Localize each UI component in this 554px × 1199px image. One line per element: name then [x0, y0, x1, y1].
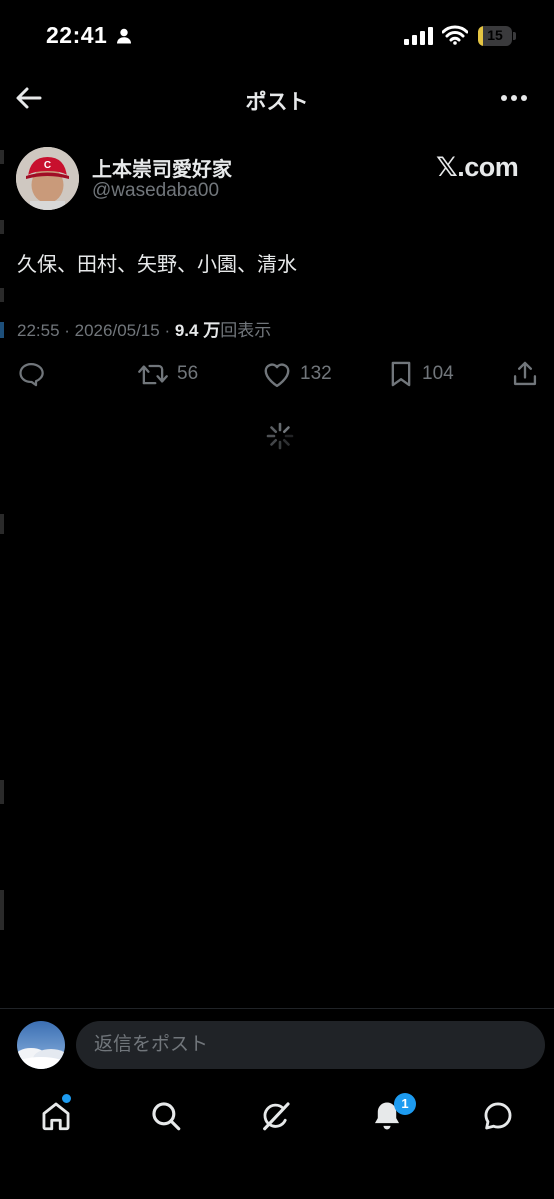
battery-cap	[513, 32, 516, 40]
bookmark-button[interactable]: 104	[388, 360, 454, 388]
more-dots-icon	[501, 95, 527, 101]
retweet-icon	[138, 364, 168, 385]
reply-input[interactable]	[76, 1021, 545, 1069]
edge-artefact	[0, 890, 4, 930]
like-button[interactable]: 132	[262, 360, 332, 388]
retweet-button[interactable]: 56	[137, 360, 198, 388]
loading-spinner-icon	[265, 421, 295, 451]
home-unread-dot	[61, 1093, 72, 1104]
battery-level: 15	[487, 27, 503, 43]
heart-icon	[264, 363, 290, 388]
home-icon	[42, 1102, 70, 1131]
share-icon	[513, 361, 537, 386]
edge-artefact	[0, 288, 4, 302]
reply-button[interactable]	[17, 360, 45, 388]
bookmark-count: 104	[422, 363, 454, 384]
spinner-spoke	[270, 438, 278, 446]
author-handle[interactable]: @wasedaba00	[92, 180, 219, 202]
views-label: 回表示	[220, 321, 272, 340]
edge-artefact	[0, 220, 4, 234]
grok-icon	[263, 1102, 290, 1131]
tab-search[interactable]	[146, 1096, 186, 1136]
edge-artefact	[0, 150, 4, 164]
xcom-badge: 𝕏.com	[436, 152, 519, 182]
spinner-spoke	[282, 438, 290, 446]
notification-badge: 1	[394, 1093, 416, 1115]
svg-text:C: C	[44, 160, 51, 171]
reply-bar-divider	[0, 1008, 554, 1009]
signal-icon	[404, 27, 434, 45]
person-icon	[116, 28, 132, 44]
status-time: 22:41	[46, 22, 108, 48]
messages-icon	[484, 1102, 512, 1130]
retweet-count: 56	[177, 363, 199, 384]
author-display-name[interactable]: 上本崇司愛好家	[92, 153, 232, 182]
spinner-spoke	[282, 426, 290, 434]
wifi-icon	[442, 25, 468, 45]
post-text: 久保、田村、矢野、小園、清水	[17, 254, 297, 276]
search-icon	[152, 1102, 181, 1131]
battery-icon: 15	[478, 26, 512, 46]
avatar[interactable]: C	[16, 147, 79, 210]
more-button[interactable]	[498, 86, 530, 110]
views-count: 9.4 万	[174, 321, 221, 340]
edge-artefact	[0, 780, 4, 804]
page-title: ポスト	[245, 91, 309, 114]
edge-artefact	[0, 322, 4, 338]
tab-grok[interactable]	[256, 1096, 296, 1136]
post-meta: 22:55 · 2026/05/15 · 9.4 万回表示	[17, 316, 271, 341]
share-button[interactable]	[511, 360, 539, 388]
spinner-spoke	[270, 426, 278, 434]
tab-messages[interactable]	[478, 1096, 518, 1136]
bookmark-icon	[391, 361, 411, 387]
edge-artefact	[0, 514, 4, 534]
post-timestamp[interactable]: 22:55 · 2026/05/15 ·	[17, 321, 175, 340]
like-count: 132	[300, 363, 332, 384]
reply-avatar[interactable]	[17, 1021, 65, 1069]
reply-icon	[19, 362, 44, 387]
